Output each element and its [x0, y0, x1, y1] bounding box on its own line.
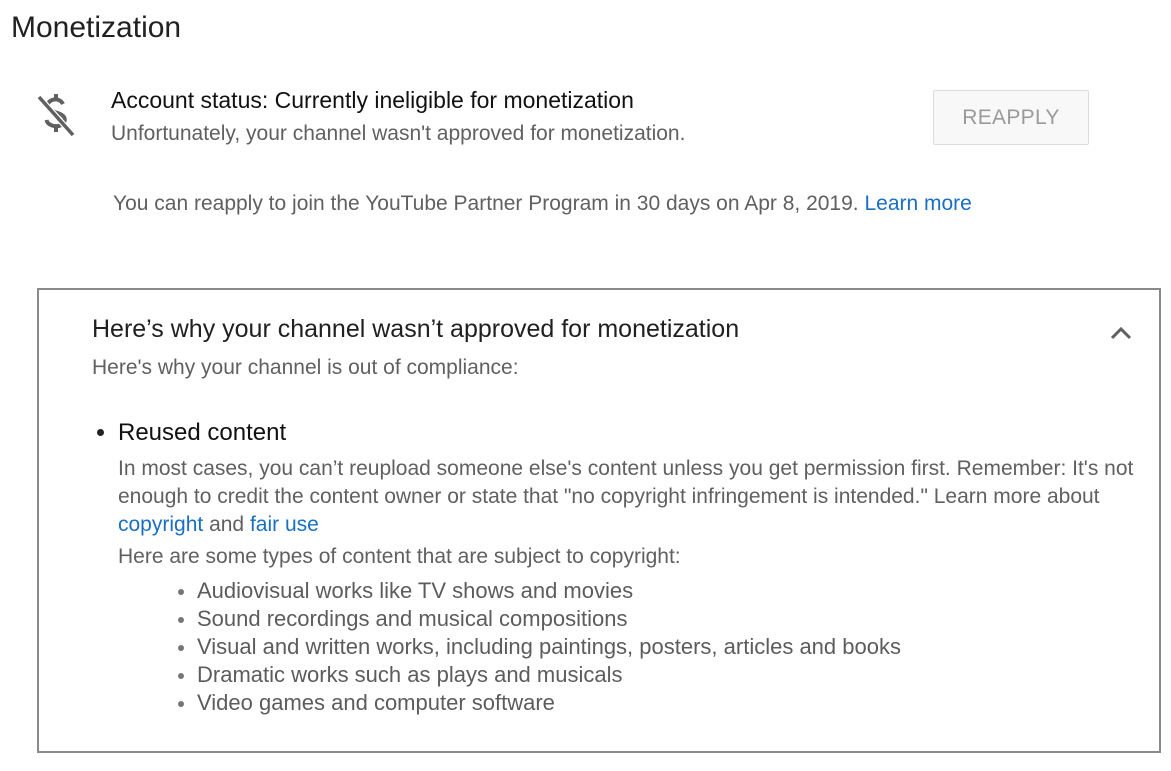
reapply-note-text: You can reapply to join the YouTube Part… [113, 192, 859, 215]
reason-title: Reused content [118, 419, 287, 446]
list-item-label: Dramatic works such as plays and musical… [197, 662, 623, 687]
account-status-subtitle: Unfortunately, your channel wasn't appro… [111, 122, 686, 145]
list-item: Visual and written works, including pain… [176, 633, 901, 661]
list-item: Sound recordings and musical composition… [176, 605, 901, 633]
reasons-panel: Here’s why your channel wasn’t approved … [37, 288, 1161, 753]
types-intro: Here are some types of content that are … [118, 545, 681, 568]
reapply-note: You can reapply to join the YouTube Part… [113, 190, 972, 218]
reason-description-text: In most cases, you can’t reupload someon… [118, 457, 1134, 508]
list-item-label: Audiovisual works like TV shows and movi… [197, 578, 634, 603]
learn-more-link[interactable]: Learn more [864, 192, 971, 215]
list-item: Dramatic works such as plays and musical… [176, 661, 901, 689]
no-money-icon [36, 94, 76, 140]
reason-description: In most cases, you can’t reupload someon… [118, 455, 1148, 539]
list-item-label: Sound recordings and musical composition… [197, 606, 628, 631]
fair-use-link[interactable]: fair use [250, 513, 319, 536]
bullet-icon [178, 617, 184, 623]
bullet-icon [178, 701, 184, 707]
list-item-label: Video games and computer software [197, 690, 555, 715]
list-item: Video games and computer software [176, 689, 901, 717]
chevron-up-icon[interactable] [1103, 318, 1139, 348]
bullet-icon [178, 589, 184, 595]
copyright-link[interactable]: copyright [118, 513, 203, 536]
bullet-icon [178, 645, 184, 651]
copyright-types-list: Audiovisual works like TV shows and movi… [176, 577, 901, 717]
list-item-label: Visual and written works, including pain… [197, 634, 901, 659]
account-status-title: Account status: Currently ineligible for… [111, 87, 634, 113]
panel-subtitle: Here's why your channel is out of compli… [92, 356, 519, 379]
and-text: and [209, 513, 245, 536]
page-title: Monetization [11, 11, 182, 44]
panel-title: Here’s why your channel wasn’t approved … [92, 315, 740, 343]
list-item: Audiovisual works like TV shows and movi… [176, 577, 901, 605]
reapply-button[interactable]: REAPPLY [933, 90, 1089, 145]
bullet-icon [178, 673, 184, 679]
bullet-icon [97, 429, 104, 436]
